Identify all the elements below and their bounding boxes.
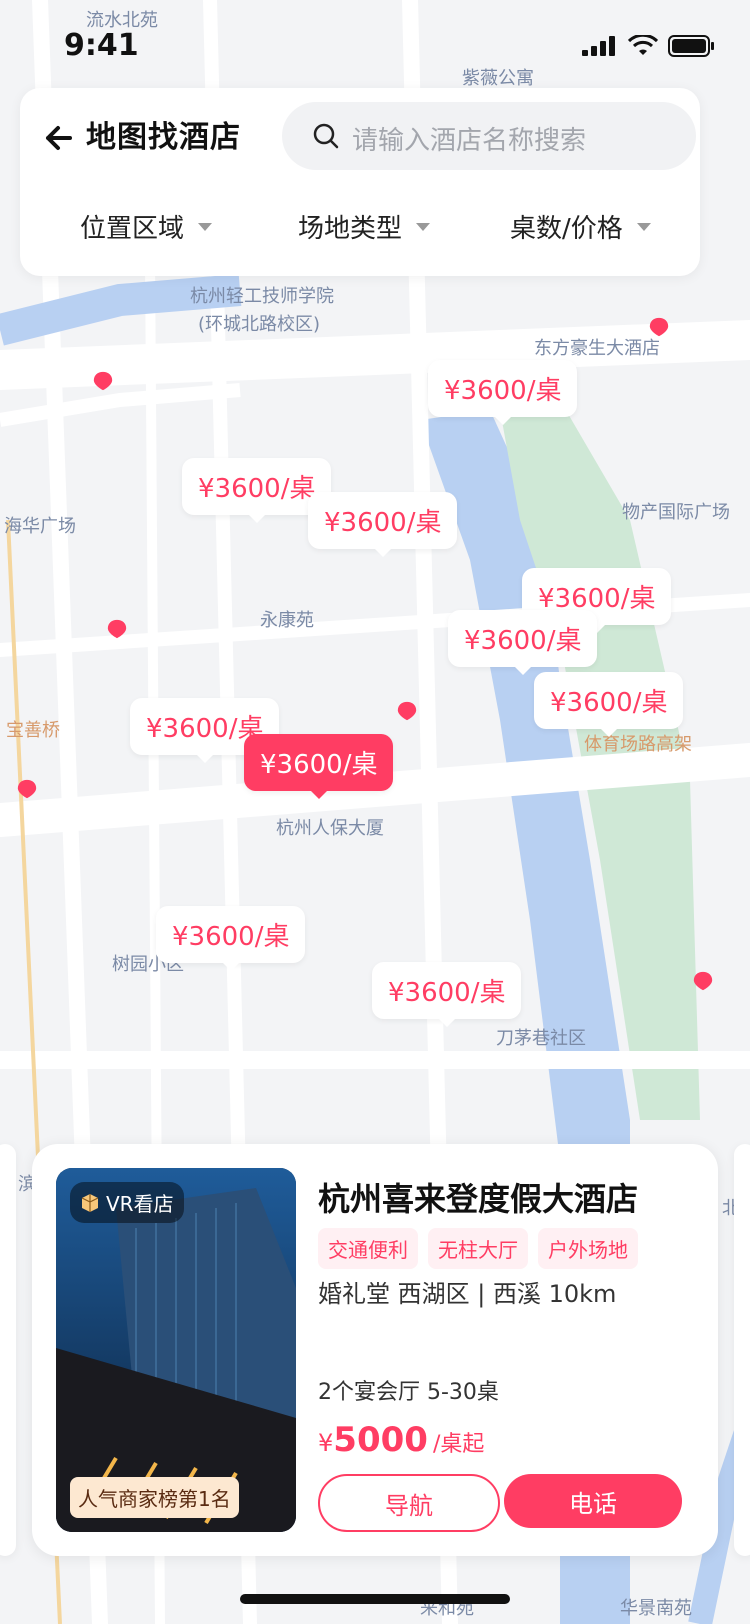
top-panel: 地图找酒店 请输入酒店名称搜索 位置区域 场地类型 桌数/价格 (20, 88, 700, 276)
status-bar: 9:41 (0, 0, 750, 90)
call-button[interactable]: 电话 (504, 1474, 682, 1528)
price-unit: /桌起 (433, 1432, 485, 1457)
wifi-icon (628, 35, 658, 55)
next-card-peek[interactable] (734, 1144, 750, 1556)
search-placeholder: 请输入酒店名称搜索 (352, 126, 587, 156)
hotel-meta: 婚礼堂 西湖区 | 西溪 10km (318, 1280, 617, 1308)
hotel-photo[interactable]: VR看店 人气商家榜第1名 (56, 1168, 296, 1532)
price-symbol: ¥ (318, 1429, 334, 1457)
caret-down-icon (198, 222, 213, 231)
feature-badge: 无柱大厅 (428, 1228, 528, 1269)
filter-venue-type-label: 场地类型 (298, 214, 403, 244)
price-tag-selected[interactable]: ¥3600/桌 (244, 734, 394, 799)
signal-icon (582, 36, 615, 56)
vr-label: VR看店 (106, 1192, 174, 1216)
filter-location[interactable]: 位置区域 (80, 208, 213, 245)
hotel-card[interactable]: VR看店 人气商家榜第1名 杭州喜来登度假大酒店 交通便利 无柱大厅 户外场地 … (32, 1144, 718, 1556)
back-arrow-icon[interactable] (40, 118, 80, 158)
battery-icon (668, 35, 714, 57)
price-tag[interactable]: ¥3600/桌 (308, 492, 458, 557)
price-value: 5000 (333, 1420, 428, 1460)
home-indicator (240, 1594, 510, 1604)
vr-tour-badge[interactable]: VR看店 (70, 1182, 184, 1223)
feature-badges: 交通便利 无柱大厅 户外场地 (318, 1228, 638, 1269)
feature-badge: 户外场地 (538, 1228, 638, 1269)
map-label-5: 海华广场 (4, 516, 76, 537)
filter-bar: 位置区域 场地类型 桌数/价格 (20, 196, 700, 256)
map-label-10: 杭州人保大厦 (276, 818, 384, 839)
map-pin-icon[interactable] (692, 970, 714, 992)
map-label-3: (环城北路校区) (198, 314, 321, 335)
map-label-8: 宝善桥 (6, 720, 60, 741)
map-label-6: 物产国际广场 (622, 502, 730, 523)
prev-card-peek[interactable] (0, 1144, 16, 1556)
map-pin-icon[interactable] (648, 316, 670, 338)
feature-badge: 交通便利 (318, 1228, 418, 1269)
cube-icon (81, 1193, 99, 1212)
price-tag[interactable]: ¥3600/桌 (428, 360, 578, 425)
status-icons (582, 34, 716, 58)
rank-badge: 人气商家榜第1名 (70, 1477, 239, 1518)
filter-venue-type[interactable]: 场地类型 (298, 208, 431, 245)
map-label-2: 杭州轻工技师学院 (190, 286, 334, 307)
map-label-12: 刀茅巷社区 (496, 1028, 586, 1049)
price-tag[interactable]: ¥3600/桌 (156, 906, 306, 971)
map-label-4: 东方豪生大酒店 (534, 338, 660, 359)
navigate-button[interactable]: 导航 (318, 1474, 500, 1532)
search-input[interactable]: 请输入酒店名称搜索 (282, 102, 696, 170)
map-label-7: 永康苑 (260, 610, 314, 631)
filter-tables-price-label: 桌数/价格 (510, 214, 623, 244)
hotel-name: 杭州喜来登度假大酒店 (318, 1180, 639, 1218)
price-tag[interactable]: ¥3600/桌 (372, 962, 522, 1027)
hall-info: 2个宴会厅 5-30桌 (318, 1380, 499, 1405)
price: ¥5000 /桌起 (318, 1420, 484, 1460)
status-time: 9:41 (64, 28, 139, 63)
map-pin-icon[interactable] (396, 700, 418, 722)
caret-down-icon (636, 222, 651, 231)
map-pin-icon[interactable] (106, 618, 128, 640)
search-icon (313, 123, 339, 149)
page-title: 地图找酒店 (86, 120, 241, 155)
caret-down-icon (416, 222, 431, 231)
price-tag[interactable]: ¥3600/桌 (448, 610, 598, 675)
price-tag[interactable]: ¥3600/桌 (534, 672, 684, 737)
filter-location-label: 位置区域 (80, 214, 185, 244)
filter-tables-price[interactable]: 桌数/价格 (510, 208, 651, 245)
map-pin-icon[interactable] (92, 370, 114, 392)
map-label-15: 华景南苑 (620, 1598, 692, 1619)
map-pin-icon[interactable] (16, 778, 38, 800)
